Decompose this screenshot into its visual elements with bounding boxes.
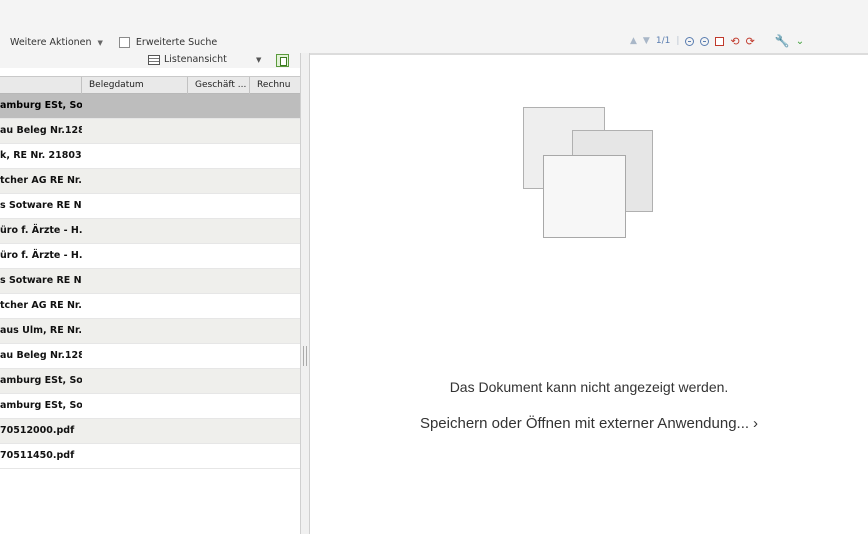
cannot-display-message: Das Dokument kann nicht angezeigt werden…	[449, 379, 729, 395]
table-row[interactable]: k, RE Nr. 21803	[0, 144, 300, 169]
row-label: k, RE Nr. 21803	[0, 150, 82, 161]
export-excel-icon[interactable]	[276, 54, 289, 67]
row-label: aus Ulm, RE Nr.	[0, 325, 82, 336]
rotate-left-icon[interactable]: ⟲	[730, 35, 739, 48]
row-label: au Beleg Nr.128	[0, 125, 82, 136]
row-label: tcher AG RE Nr.	[0, 300, 82, 311]
row-label: amburg ESt, Soll	[0, 375, 82, 386]
list-view-selector[interactable]: Listenansicht	[148, 54, 227, 65]
table-row[interactable]: tcher AG RE Nr.	[0, 169, 300, 194]
column-header-name[interactable]	[0, 77, 82, 94]
row-label: s Sotware RE Nr	[0, 275, 82, 286]
fit-page-icon[interactable]	[715, 36, 725, 46]
row-label: üro f. Ärzte - H.	[0, 250, 82, 261]
table-row[interactable]: amburg ESt, Soll	[0, 369, 300, 394]
table-row[interactable]: aus Ulm, RE Nr.	[0, 319, 300, 344]
column-header-rechnung[interactable]: Rechnu	[250, 77, 302, 94]
chevron-right-icon: ›	[753, 415, 759, 432]
splitter-grip-icon[interactable]	[303, 346, 307, 366]
toolbar-divider: |	[676, 36, 680, 46]
table-row[interactable]: 70512000.pdf	[0, 419, 300, 444]
table-row[interactable]: üro f. Ärzte - H.	[0, 219, 300, 244]
list-view-icon	[148, 54, 160, 65]
open-external-label: Speichern oder Öffnen mit externer Anwen…	[419, 415, 750, 432]
previous-page-icon[interactable]: ▲	[630, 36, 637, 46]
table-row[interactable]: s Sotware RE Nr	[0, 194, 300, 219]
open-external-link[interactable]: Speichern oder Öffnen mit externer Anwen…	[310, 415, 868, 432]
pane-splitter[interactable]	[300, 53, 310, 534]
table-row[interactable]: 70511450.pdf	[0, 444, 300, 469]
document-list: amburg ESt, Soll au Beleg Nr.128 k, RE N…	[0, 94, 300, 469]
advanced-search-checkbox[interactable]	[118, 37, 130, 48]
row-label: 70512000.pdf	[0, 425, 75, 436]
row-label: amburg ESt, Soll	[0, 100, 82, 111]
table-row[interactable]: au Beleg Nr.128	[0, 119, 300, 144]
table-row[interactable]: s Sotware RE Nr	[0, 269, 300, 294]
row-label: amburg ESt, Soll	[0, 400, 82, 411]
rotate-right-icon[interactable]: ⟳	[746, 35, 755, 48]
advanced-search-label[interactable]: Erweiterte Suche	[136, 37, 217, 48]
chevron-down-icon[interactable]: ▼	[98, 39, 103, 47]
list-view-label: Listenansicht	[164, 54, 227, 65]
zoom-out-icon[interactable]	[700, 36, 710, 46]
viewer-toolbar: ▲ ▼ 1/1 | ⟲ ⟳ 🔧 ⌄	[630, 34, 804, 48]
table-row[interactable]: au Beleg Nr.128	[0, 344, 300, 369]
table-row[interactable]: amburg ESt, Soll	[0, 94, 300, 119]
column-header-geschaeft[interactable]: Geschäft ...	[188, 77, 250, 94]
zoom-in-icon[interactable]	[685, 36, 695, 46]
table-row[interactable]: tcher AG RE Nr.	[0, 294, 300, 319]
list-view-dropdown-icon[interactable]: ▼	[256, 56, 261, 64]
document-placeholder-icon	[543, 155, 626, 238]
table-header: Belegdatum Geschäft ... Rechnu	[0, 76, 302, 94]
row-label: s Sotware RE Nr	[0, 200, 82, 211]
table-row[interactable]: üro f. Ärzte - H.	[0, 244, 300, 269]
wrench-icon[interactable]: 🔧	[775, 34, 790, 48]
chevron-down-icon[interactable]: ⌄	[796, 36, 804, 47]
column-header-belegdatum[interactable]: Belegdatum	[82, 77, 188, 94]
next-page-icon[interactable]: ▼	[643, 36, 650, 46]
table-row[interactable]: amburg ESt, Soll	[0, 394, 300, 419]
row-label: üro f. Ärzte - H.	[0, 225, 82, 236]
page-indicator: 1/1	[655, 36, 671, 46]
more-actions-button[interactable]: Weitere Aktionen	[10, 37, 92, 48]
row-label: au Beleg Nr.128	[0, 350, 82, 361]
search-toolbar: Weitere Aktionen ▼ Erweiterte Suche	[10, 37, 217, 48]
row-label: tcher AG RE Nr.	[0, 175, 82, 186]
viewer-top-border	[310, 53, 868, 55]
row-label: 70511450.pdf	[0, 450, 75, 461]
